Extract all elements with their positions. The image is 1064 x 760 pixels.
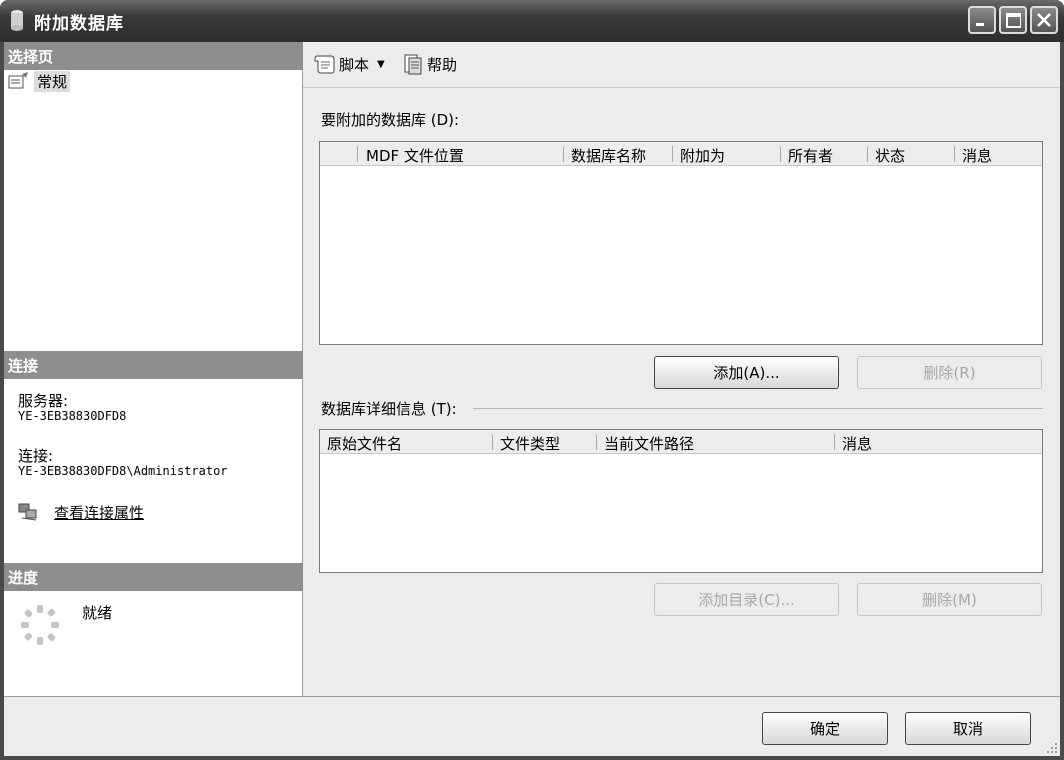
column-header-message[interactable]: 消息 (842, 433, 872, 454)
progress-header: 进度 (4, 563, 303, 591)
maximize-button[interactable] (999, 6, 1027, 34)
progress-spinner-icon (21, 605, 59, 645)
column-separator (672, 146, 673, 162)
minimize-button[interactable] (968, 6, 996, 34)
add-database-button[interactable]: 添加(A)... (654, 356, 839, 389)
server-label: 服务器: (18, 392, 69, 410)
dialog-footer: 确定 取消 (4, 696, 1060, 756)
column-separator (867, 146, 868, 162)
connection-label: 连接: (18, 447, 54, 465)
column-header-attach-as[interactable]: 附加为 (680, 145, 725, 166)
script-label: 脚本 (339, 55, 370, 74)
database-details-label: 数据库详细信息 (T): (321, 400, 457, 418)
dialog-client: 选择页 常规 连接 服务器: YE-3EB38830DFD8 连接: YE-3E… (4, 42, 1060, 756)
grid-header: 原始文件名 文件类型 当前文件路径 消息 (320, 430, 1042, 454)
toolbar: 脚本 ▼ 帮助 (303, 42, 1060, 88)
right-pane: 脚本 ▼ 帮助 要附加的数据库 (D): MDF 文件位置 数据库名称 附加为 … (303, 42, 1060, 696)
help-label: 帮助 (427, 55, 458, 74)
column-header-mdf-location[interactable]: MDF 文件位置 (366, 145, 464, 166)
maximize-icon (1006, 13, 1021, 28)
connection-value: YE-3EB38830DFD8\Administrator (18, 464, 228, 478)
remove-database-button[interactable]: 删除(R) (857, 356, 1042, 389)
script-icon (314, 55, 335, 74)
database-details-grid[interactable]: 原始文件名 文件类型 当前文件路径 消息 (319, 429, 1043, 573)
column-header-message[interactable]: 消息 (962, 145, 992, 166)
column-separator (780, 146, 781, 162)
column-separator (834, 434, 835, 450)
column-header-owner[interactable]: 所有者 (788, 145, 833, 166)
properties-icon (8, 72, 28, 89)
column-header-file-type[interactable]: 文件类型 (500, 433, 560, 454)
nav-item-general[interactable]: 常规 (8, 70, 71, 92)
column-separator (596, 434, 597, 450)
column-separator (563, 146, 564, 162)
connection-properties-icon (18, 503, 37, 521)
window-title: 附加数据库 (34, 14, 124, 34)
script-button[interactable]: 脚本 ▼ (313, 53, 385, 75)
database-icon (11, 10, 23, 31)
progress-status: 就绪 (82, 604, 113, 622)
column-header-original-file-name[interactable]: 原始文件名 (327, 433, 402, 454)
grid-header: MDF 文件位置 数据库名称 附加为 所有者 状态 消息 (320, 142, 1042, 166)
connection-header: 连接 (4, 351, 303, 379)
remove-file-button[interactable]: 删除(M) (857, 583, 1042, 616)
nav-item-label: 常规 (34, 70, 71, 92)
select-page-header: 选择页 (4, 42, 303, 70)
databases-to-attach-grid[interactable]: MDF 文件位置 数据库名称 附加为 所有者 状态 消息 (319, 141, 1043, 345)
help-button[interactable]: 帮助 (403, 53, 457, 75)
close-icon (1037, 13, 1051, 27)
group-divider (473, 408, 1043, 409)
column-separator (492, 434, 493, 450)
column-header-database-name[interactable]: 数据库名称 (571, 145, 646, 166)
attach-database-window: 附加数据库 选择页 常规 连接 服务器: YE-3EB38830DFD8 连接:… (0, 0, 1064, 760)
ok-button[interactable]: 确定 (762, 712, 888, 745)
help-icon (404, 54, 422, 75)
column-separator (954, 146, 955, 162)
title-bar[interactable]: 附加数据库 (0, 0, 1064, 42)
left-pane: 选择页 常规 连接 服务器: YE-3EB38830DFD8 连接: YE-3E… (4, 42, 303, 696)
chevron-down-icon[interactable]: ▼ (377, 59, 385, 70)
close-button[interactable] (1030, 6, 1058, 34)
view-connection-properties-link[interactable]: 查看连接属性 (54, 502, 144, 523)
add-catalog-button[interactable]: 添加目录(C)... (654, 583, 839, 616)
server-value: YE-3EB38830DFD8 (18, 409, 127, 423)
cancel-button[interactable]: 取消 (905, 712, 1031, 745)
column-header-status[interactable]: 状态 (875, 145, 905, 166)
minimize-icon (976, 23, 984, 26)
resize-grip-icon[interactable] (1046, 742, 1058, 754)
column-header-current-file-path[interactable]: 当前文件路径 (604, 433, 694, 454)
databases-to-attach-label: 要附加的数据库 (D): (321, 111, 460, 129)
column-separator (357, 146, 358, 162)
